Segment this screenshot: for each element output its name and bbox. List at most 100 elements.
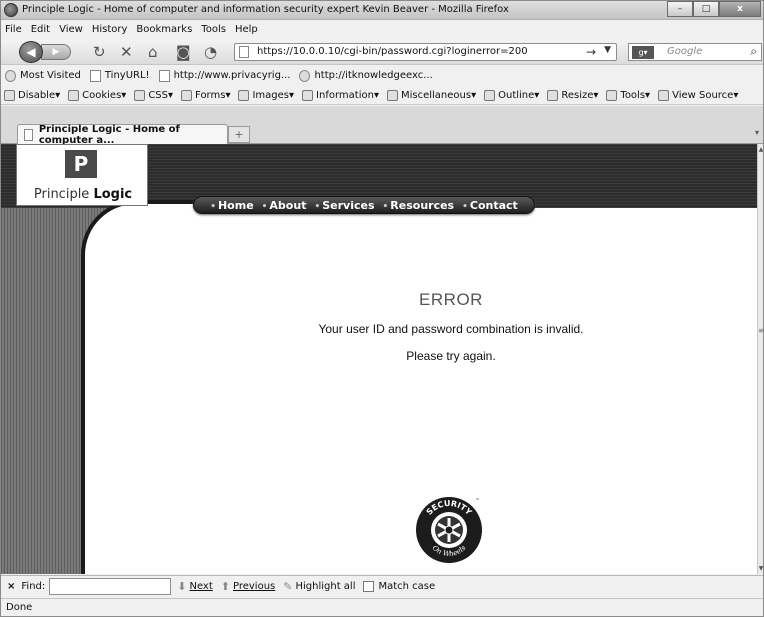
dev-information[interactable]: Information ▾ <box>302 89 379 101</box>
miscellaneous-icon <box>386 89 398 101</box>
css-icon <box>134 89 146 101</box>
plus-icon: + <box>234 128 244 141</box>
back-button[interactable]: ◀ <box>19 41 43 63</box>
find-previous-label: Previous <box>232 581 276 592</box>
nav-about[interactable]: About <box>262 199 306 212</box>
go-arrow-icon[interactable]: → <box>586 45 596 59</box>
find-bar: × Find: ⬇ Next ⬆ Previous ✎ Highlight all M… <box>1 575 763 597</box>
find-input[interactable] <box>49 578 172 595</box>
dev-tools[interactable]: Tools ▾ <box>606 89 650 101</box>
menu-view[interactable]: View <box>59 24 83 35</box>
dev-label: CSS <box>148 89 169 101</box>
search-placeholder[interactable]: Google <box>667 46 702 57</box>
addon-icon[interactable]: ◔ <box>204 43 217 61</box>
vertical-scrollbar[interactable]: ▲ ≡ ▼ <box>757 144 763 574</box>
dev-label: Disable <box>18 89 56 101</box>
tools-icon <box>606 89 618 101</box>
site-nav: Home About Services Resources Contact <box>193 196 535 214</box>
dev-disable[interactable]: Disable ▾ <box>4 89 60 101</box>
content-curve <box>81 200 231 574</box>
page-icon <box>24 128 33 141</box>
screenshot-icon[interactable]: ◙ <box>176 43 191 61</box>
find-next-button[interactable]: ⬇ Next <box>177 580 213 593</box>
status-bar: Done <box>1 598 763 616</box>
firefox-icon <box>4 3 18 17</box>
close-find-icon[interactable]: × <box>7 581 15 592</box>
scroll-down-icon[interactable]: ▼ <box>758 565 763 572</box>
nav-contact[interactable]: Contact <box>462 199 518 212</box>
logo-text-principle: Principle <box>33 187 94 202</box>
forward-arrow-icon: ▶ <box>52 47 60 57</box>
highlight-all-label: Highlight all <box>295 581 356 592</box>
home-icon[interactable]: ⌂ <box>148 43 158 61</box>
bookmark-most-visited[interactable]: Most Visited <box>5 69 81 82</box>
menu-edit[interactable]: Edit <box>31 24 50 35</box>
dev-css[interactable]: CSS ▾ <box>134 89 173 101</box>
match-case-label: Match case <box>378 581 436 592</box>
dev-label: Resize <box>561 89 594 101</box>
page-content: P Principle Logic Home About Services Re… <box>1 144 757 574</box>
bookmark-itknowledge[interactable]: http://itknowledgeexc... <box>299 69 433 82</box>
dev-resize[interactable]: Resize ▾ <box>547 89 598 101</box>
match-case-checkbox[interactable]: Match case <box>363 581 435 592</box>
new-tab-button[interactable]: + <box>228 126 250 143</box>
browser-window: Principle Logic - Home of computer and i… <box>0 0 764 617</box>
tab-principle-logic[interactable]: Principle Logic - Home of computer a... <box>17 124 228 146</box>
nav-home[interactable]: Home <box>210 199 254 212</box>
logo-mark: P <box>65 150 97 178</box>
error-heading: ERROR <box>419 290 483 309</box>
bookmark-privacyrights[interactable]: http://www.privacyrig... <box>158 69 290 82</box>
find-previous-button[interactable]: ⬆ Previous <box>221 580 275 593</box>
forward-button[interactable]: ▶ <box>41 44 71 60</box>
nav-services[interactable]: Services <box>314 199 374 212</box>
search-box[interactable]: g▾ Google ⌕ <box>628 43 762 61</box>
window-controls: – □ x <box>667 1 761 18</box>
menu-tools[interactable]: Tools <box>201 24 226 35</box>
menu-file[interactable]: File <box>5 24 22 35</box>
dev-outline[interactable]: Outline ▾ <box>484 89 539 101</box>
down-arrow-icon: ⬇ <box>177 580 187 593</box>
logo-text-logic: Logic <box>93 187 133 202</box>
scroll-thumb[interactable]: ≡ <box>758 326 763 346</box>
url-bar[interactable]: https://10.0.0.10/cgi-bin/password.cgi?l… <box>234 43 617 61</box>
menu-bookmarks[interactable]: Bookmarks <box>136 24 192 35</box>
highlight-all-button[interactable]: ✎ Highlight all <box>283 580 355 593</box>
search-icon[interactable]: ⌕ <box>750 44 757 59</box>
title-bar: Principle Logic - Home of computer and i… <box>1 1 763 20</box>
error-line-2: Please try again. <box>406 349 496 363</box>
dev-view-source[interactable]: View Source ▾ <box>658 89 738 101</box>
google-icon[interactable]: g▾ <box>632 46 654 59</box>
dev-miscellaneous[interactable]: Miscellaneous ▾ <box>386 89 476 101</box>
stop-icon[interactable]: ✕ <box>120 43 133 61</box>
close-button[interactable]: x <box>719 1 761 17</box>
up-arrow-icon: ⬆ <box>220 580 230 593</box>
loading-icon <box>299 69 311 82</box>
menu-help[interactable]: Help <box>235 24 258 35</box>
dev-images[interactable]: Images ▾ <box>238 89 294 101</box>
dev-cookies[interactable]: Cookies ▾ <box>68 89 126 101</box>
dev-label: View Source <box>672 89 734 101</box>
information-icon <box>302 89 314 101</box>
dev-label: Miscellaneous <box>400 89 472 101</box>
bookmark-tinyurl[interactable]: TinyURL! <box>89 69 150 82</box>
checkbox-box[interactable] <box>363 581 375 592</box>
tab-list-icon[interactable]: ▾ <box>755 128 759 137</box>
dev-label: Outline <box>498 89 535 101</box>
most-visited-icon <box>5 69 16 82</box>
dev-forms[interactable]: Forms ▾ <box>181 89 230 101</box>
url-dropdown-icon[interactable]: ▼ <box>604 45 611 55</box>
minimize-button[interactable]: – <box>667 1 693 17</box>
menu-history[interactable]: History <box>92 24 128 35</box>
bookmark-label: http://itknowledgeexc... <box>314 70 433 81</box>
site-logo[interactable]: P Principle Logic <box>16 144 148 206</box>
nav-resources[interactable]: Resources <box>383 199 454 212</box>
scroll-up-icon[interactable]: ▲ <box>758 146 763 153</box>
reload-icon[interactable]: ↻ <box>93 43 106 61</box>
forms-icon <box>181 89 193 101</box>
error-message: ERROR Your user ID and password combinat… <box>151 290 751 363</box>
page-icon <box>158 69 170 82</box>
cookies-icon <box>68 89 80 101</box>
page-icon <box>239 46 249 58</box>
url-text[interactable]: https://10.0.0.10/cgi-bin/password.cgi?l… <box>257 46 528 57</box>
maximize-button[interactable]: □ <box>693 1 719 17</box>
